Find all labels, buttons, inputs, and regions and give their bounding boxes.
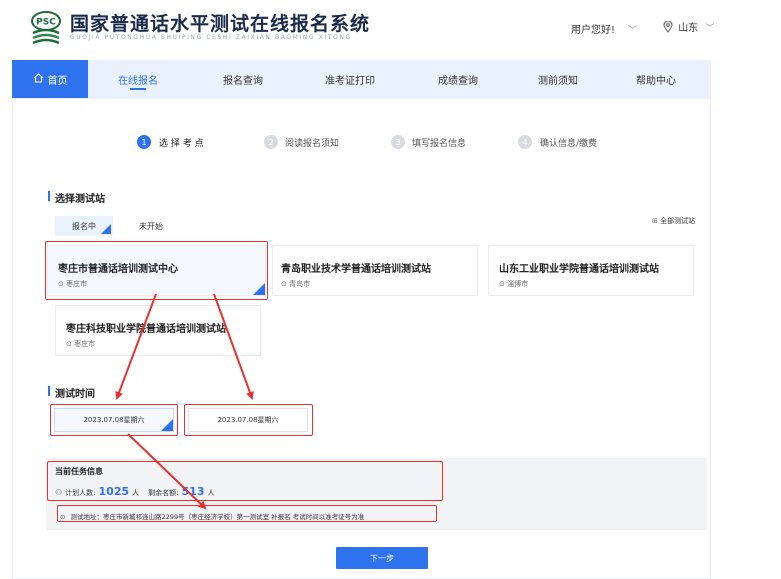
annotation-box <box>45 241 268 300</box>
page-subtitle: GUOJIA PUTONGHUA SHUIPING CESHI ZAIXIAN … <box>70 34 352 41</box>
user-greeting: 用户您好! <box>571 25 616 36</box>
step-4-label: 确认信息/缴费 <box>540 139 598 149</box>
station-section-title: 选择测试站 <box>55 194 105 205</box>
step-3-label: 填写报名信息 <box>412 139 467 149</box>
step-2-label: 阅读报名须知 <box>285 139 340 149</box>
all-stations-label: 全部测试站 <box>660 217 696 225</box>
location-selector[interactable]: 山东 ﹀ <box>663 19 714 36</box>
station-name: 枣庄科技职业学院普通话培训测试站 <box>66 324 226 335</box>
step-3-indicator: 3 <box>391 135 405 149</box>
grid-icon: ⊞ <box>652 217 661 225</box>
nav-admission-ticket[interactable]: 准考证打印 <box>305 60 395 98</box>
station-name: 青岛职业技术学普通话培训测试站 <box>281 264 431 275</box>
svg-text:PSC: PSC <box>36 18 56 28</box>
chevron-down-icon: ﹀ <box>628 26 638 36</box>
selected-corner-mark <box>101 224 111 234</box>
location-pin-icon: ⊙ <box>499 280 505 288</box>
annotation-box <box>50 404 178 436</box>
annotation-box <box>184 404 313 436</box>
station-card[interactable]: 青岛职业技术学普通话培训测试站 ⊙ 青岛市 <box>272 245 478 296</box>
step-4-indicator: 4 <box>518 135 532 149</box>
user-menu[interactable]: 用户您好! ﹀ <box>571 21 637 36</box>
nav-home-label: 首页 <box>47 75 68 87</box>
location-pin-icon: ⊙ <box>281 280 287 288</box>
annotation-box <box>47 461 443 501</box>
psc-logo: PSC <box>30 11 62 45</box>
home-icon <box>33 72 44 86</box>
step-2-indicator: 2 <box>264 135 278 149</box>
station-city: ⊙ 淄博市 <box>499 280 529 288</box>
station-card[interactable]: 枣庄科技职业学院普通话培训测试站 ⊙ 枣庄市 <box>55 305 261 356</box>
nav-score-query[interactable]: 成绩查询 <box>420 60 496 98</box>
location-label: 山东 <box>678 23 699 34</box>
station-city: ⊙ 枣庄市 <box>66 340 96 348</box>
step-1-indicator: 1 <box>137 135 151 149</box>
section-marker <box>48 386 50 396</box>
nav-test-notice[interactable]: 测前须知 <box>520 60 596 98</box>
time-section-title: 测试时间 <box>55 389 95 400</box>
chevron-down-icon: ﹀ <box>705 24 715 34</box>
location-pin-icon <box>663 20 673 36</box>
annotation-box <box>57 505 437 522</box>
all-stations-link[interactable]: ⊞ 全部测试站 <box>652 216 695 226</box>
next-step-button[interactable]: 下一步 <box>336 547 428 569</box>
nav-registration-query[interactable]: 报名查询 <box>205 60 281 98</box>
page-title: 国家普通话水平测试在线报名系统 <box>70 13 371 35</box>
step-1-label: 选 择 考 点 <box>159 139 204 149</box>
nav-active-indicator <box>130 88 146 90</box>
station-card[interactable]: 山东工业职业学院普通话培训测试站 ⊙ 淄博市 <box>488 245 694 296</box>
station-name: 山东工业职业学院普通话培训测试站 <box>499 264 659 275</box>
station-city: ⊙ 青岛市 <box>281 280 311 288</box>
section-marker <box>48 191 50 201</box>
nav-help-center[interactable]: 帮助中心 <box>618 60 694 98</box>
tab-not-started[interactable]: 未开始 <box>124 216 178 236</box>
nav-online-registration[interactable]: 在线报名 <box>105 60 171 98</box>
nav-home[interactable]: 首页 <box>12 60 88 98</box>
location-pin-icon: ⊙ <box>66 340 72 348</box>
tab-registering-label: 报名中 <box>72 221 96 231</box>
